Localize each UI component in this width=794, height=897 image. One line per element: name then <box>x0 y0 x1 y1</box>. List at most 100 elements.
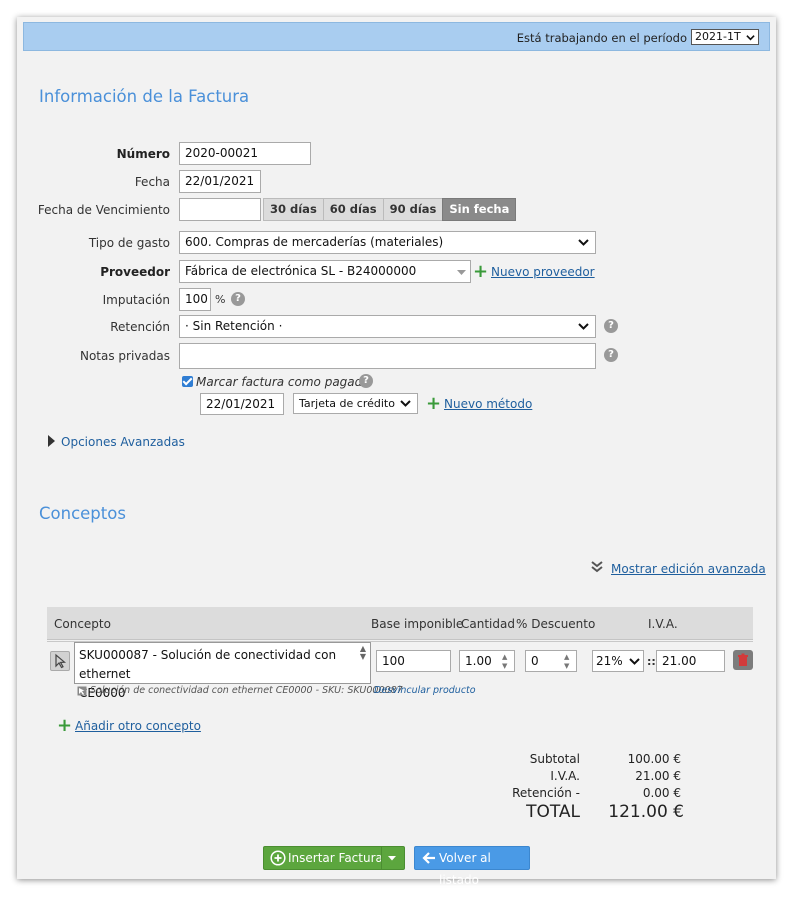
concepto-line1: SKU000087 - Solución de conectividad con… <box>79 648 337 681</box>
chevron-down-icon <box>629 651 640 666</box>
concepts-table-header: Concepto Base imponible Cantidad % Descu… <box>47 607 753 640</box>
nuevo-metodo-link[interactable]: Nuevo método <box>444 397 532 411</box>
pago-metodo-select[interactable]: Tarjeta de crédito <box>293 393 418 414</box>
numero-label: Número <box>116 147 170 161</box>
descuento-value: 0 <box>531 654 539 668</box>
invoice-form-frame: Está trabajando en el período 2021-1T In… <box>17 17 776 887</box>
help-icon[interactable]: ? <box>231 292 245 306</box>
period-bar: Está trabajando en el período 2021-1T <box>23 22 770 51</box>
iva-pct-value: 21% <box>596 654 623 668</box>
insert-invoice-button[interactable]: Insertar Factura <box>263 846 405 870</box>
help-icon[interactable]: ? <box>604 319 618 333</box>
fecha-label: Fecha <box>134 175 170 189</box>
pagada-label: Marcar factura como pagada <box>196 375 370 389</box>
due-date-buttons: 30 días 60 días 90 días Sin fecha <box>263 198 517 221</box>
due-30-button[interactable]: 30 días <box>263 198 324 221</box>
period-value: 2021-1T <box>695 30 741 43</box>
plus-circle-icon <box>270 850 286 873</box>
due-60-button[interactable]: 60 días <box>322 198 384 221</box>
proveedor-combobox[interactable]: Fábrica de electrónica SL - B24000000 <box>179 260 471 283</box>
total-label: TOTAL <box>526 802 580 822</box>
plus-icon: + <box>426 393 442 414</box>
fecha-input[interactable]: 22/01/2021 <box>179 170 261 193</box>
pago-fecha-input[interactable]: 22/01/2021 <box>200 393 284 415</box>
spin-up-icon[interactable]: ▲ <box>502 653 512 661</box>
cursor-icon <box>55 653 67 669</box>
subtotal-value: 100.00 € <box>627 752 681 766</box>
iva-separator: :: <box>647 655 656 668</box>
pago-metodo-value: Tarjeta de crédito <box>299 397 395 410</box>
col-iva: I.V.A. <box>648 617 678 631</box>
notas-label: Notas privadas <box>79 349 170 363</box>
due-90-button[interactable]: 90 días <box>382 198 444 221</box>
retencion-value: · Sin Retención · <box>185 319 283 333</box>
add-concept-link[interactable]: Añadir otro concepto <box>75 719 201 733</box>
spin-up-icon[interactable]: ▲ <box>564 653 574 661</box>
cantidad-input[interactable]: 1.00 ▲ ▼ <box>459 650 515 672</box>
iva-value-input[interactable]: 21.00 <box>656 650 725 672</box>
trash-icon <box>738 653 748 666</box>
unlink-product-link[interactable]: Desvincular producto <box>374 685 476 696</box>
proveedor-label: Proveedor <box>100 265 170 279</box>
col-concepto: Concepto <box>54 617 111 631</box>
concepts-title: Conceptos <box>39 504 126 523</box>
col-base: Base imponible <box>371 617 464 631</box>
delete-row-button[interactable] <box>733 650 753 670</box>
back-to-list-label: Volver al listado <box>439 851 491 887</box>
vencimiento-input[interactable] <box>179 198 261 221</box>
numero-input[interactable]: 2020-00021 <box>179 142 311 165</box>
retencion-total-label: Retención - <box>512 786 580 800</box>
split-divider <box>381 847 382 869</box>
chevron-down-icon <box>578 316 589 331</box>
back-to-list-button[interactable]: Volver al listado <box>414 846 530 887</box>
retencion-total-value: 0.00 € <box>642 786 681 800</box>
product-note: Solución de conectividad con ethernet CE… <box>90 685 403 696</box>
tipo-gasto-label: Tipo de gasto <box>88 236 170 250</box>
col-cantidad: Cantidad <box>461 617 515 631</box>
expand-triangle-icon[interactable] <box>48 435 55 447</box>
vencimiento-label: Fecha de Vencimiento <box>37 203 170 217</box>
iva-total-label: I.V.A. <box>550 769 580 783</box>
chevron-down-icon <box>746 30 755 47</box>
proveedor-value: Fábrica de electrónica SL - B24000000 <box>185 264 417 278</box>
imputacion-label: Imputación <box>102 293 170 307</box>
spin-down-icon[interactable]: ▼ <box>564 662 574 670</box>
concepto-textarea[interactable]: SKU000087 - Solución de conectividad con… <box>74 642 371 700</box>
nuevo-proveedor-link[interactable]: Nuevo proveedor <box>491 265 595 279</box>
retencion-select[interactable]: · Sin Retención · <box>179 315 596 338</box>
iva-select[interactable]: 21% <box>592 650 644 672</box>
caret-down-icon[interactable] <box>388 847 397 870</box>
insert-invoice-label: Insertar Factura <box>288 851 383 865</box>
chevron-down-icon <box>578 232 589 247</box>
invoice-info-title: Información de la Factura <box>39 87 250 106</box>
help-icon[interactable]: ? <box>604 348 618 362</box>
double-chevron-down-icon <box>591 561 603 576</box>
descuento-input[interactable]: 0 ▲ ▼ <box>525 650 577 672</box>
col-descuento: % Descuento <box>516 617 596 631</box>
period-label: Está trabajando en el período <box>516 31 687 45</box>
plus-icon: + <box>473 261 489 282</box>
arrow-left-icon <box>421 850 437 873</box>
notas-textarea[interactable] <box>179 343 596 369</box>
advanced-edit-link[interactable]: Mostrar edición avanzada <box>611 562 766 576</box>
iva-total-value: 21.00 € <box>635 769 681 783</box>
product-icon <box>77 685 87 699</box>
retencion-label: Retención <box>110 320 170 334</box>
opciones-avanzadas-toggle[interactable]: Opciones Avanzadas <box>61 435 185 449</box>
imputacion-input[interactable]: 100 <box>179 288 211 311</box>
caret-down-icon <box>457 261 466 277</box>
scroll-arrows-icon[interactable]: ▲ ▼ <box>360 645 366 661</box>
base-input[interactable]: 100 <box>376 650 451 672</box>
pagada-checkbox[interactable] <box>182 376 193 387</box>
cantidad-value: 1.00 <box>465 654 492 668</box>
subtotal-label: Subtotal <box>529 752 580 766</box>
due-none-button[interactable]: Sin fecha <box>442 198 517 221</box>
chevron-down-icon <box>400 394 411 408</box>
imputacion-unit: % <box>215 293 226 306</box>
help-icon[interactable]: ? <box>359 374 373 388</box>
period-select[interactable]: 2021-1T <box>691 29 759 45</box>
select-product-button[interactable] <box>50 651 70 671</box>
tipo-gasto-select[interactable]: 600. Compras de mercaderías (materiales) <box>179 231 596 254</box>
tipo-gasto-value: 600. Compras de mercaderías (materiales) <box>185 235 444 249</box>
spin-down-icon[interactable]: ▼ <box>502 662 512 670</box>
